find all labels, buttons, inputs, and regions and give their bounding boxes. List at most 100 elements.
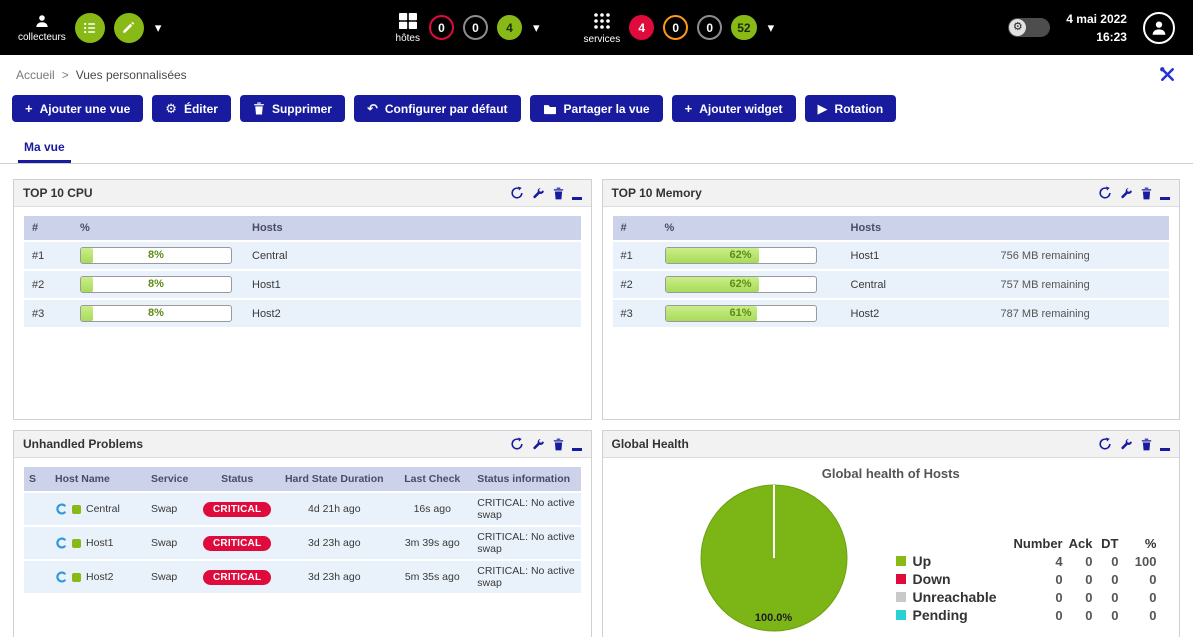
poller-icon [34, 13, 50, 29]
host-link[interactable]: Host1 [851, 250, 880, 262]
play-icon: ▶ [818, 102, 828, 115]
table-row[interactable]: #2 62% Central 757 MB remaining [613, 270, 1170, 299]
column-header: Host Name [50, 467, 146, 492]
trash-icon[interactable] [1141, 437, 1152, 451]
refresh-icon[interactable] [1098, 186, 1112, 200]
legend-row: Down 0 0 0 0 [893, 570, 1160, 588]
table-row[interactable]: Host1 Swap CRITICAL 3d 23h ago 3m 39s ag… [24, 526, 581, 560]
hosts-down-counter[interactable]: 0 [429, 15, 454, 40]
minimize-icon[interactable] [572, 437, 582, 451]
chevron-down-icon[interactable]: ▾ [766, 20, 777, 36]
column-header: Hard State Duration [276, 467, 392, 492]
refresh-icon[interactable] [510, 437, 524, 451]
hosts-label: hôtes [396, 33, 420, 44]
breadcrumb: Accueil > Vues personnalisées [16, 68, 187, 82]
share-view-button[interactable]: Partager la vue [530, 95, 663, 122]
trash-icon[interactable] [1141, 186, 1152, 200]
host-link[interactable]: Host2 [851, 308, 880, 320]
column-header: Last Check [392, 467, 472, 492]
edit-view-button[interactable]: ⚙ Éditer [152, 95, 231, 122]
clock-time: 16:23 [1066, 28, 1127, 46]
add-view-button[interactable]: + Ajouter une vue [12, 95, 143, 122]
column-header: # [24, 216, 72, 241]
chevron-down-icon[interactable]: ▾ [531, 20, 542, 36]
table-row[interactable]: Central Swap CRITICAL 4d 21h ago 16s ago… [24, 492, 581, 526]
service-link[interactable]: Swap [151, 537, 177, 549]
services-critical-counter[interactable]: 4 [629, 15, 654, 40]
wrench-icon[interactable] [532, 186, 545, 200]
host-status-square [72, 505, 81, 514]
add-widget-button[interactable]: + Ajouter widget [672, 95, 796, 122]
graph-icon[interactable] [55, 503, 67, 515]
host-link[interactable]: Host1 [252, 279, 281, 291]
undo-arrow-icon: ↶ [367, 102, 378, 115]
services-menu[interactable]: services [584, 11, 621, 45]
host-link[interactable]: Host2 [86, 571, 113, 583]
column-header: Status information [472, 467, 580, 492]
topbar-right: ⚙ 4 mai 2022 16:23 [1008, 10, 1175, 46]
minimize-icon[interactable] [572, 186, 582, 200]
tab-ma-vue[interactable]: Ma vue [18, 132, 71, 163]
table-row[interactable]: #1 8% Central [24, 241, 581, 270]
column-header: Hosts [843, 216, 993, 241]
service-link[interactable]: Swap [151, 503, 177, 515]
trash-icon[interactable] [553, 186, 564, 200]
table-row[interactable]: #3 8% Host2 [24, 299, 581, 328]
theme-toggle[interactable]: ⚙ [1008, 18, 1050, 37]
service-link[interactable]: Swap [151, 571, 177, 583]
pie-percentage-label: 100.0% [755, 612, 792, 624]
poller-list-button[interactable] [75, 13, 105, 43]
widget-header: Global Health [603, 431, 1180, 458]
table-row[interactable]: Host2 Swap CRITICAL 3d 23h ago 5m 35s ag… [24, 560, 581, 594]
host-link[interactable]: Central [86, 503, 120, 515]
rotation-button[interactable]: ▶ Rotation [805, 95, 897, 122]
hosts-icon [398, 12, 418, 30]
wrench-icon[interactable] [1120, 186, 1133, 200]
dashboard-grid: TOP 10 CPU # % Hosts #1 8% [0, 164, 1193, 637]
table-row[interactable]: #2 8% Host1 [24, 270, 581, 299]
cpu-usage-bar: 8% [80, 305, 232, 322]
host-link[interactable]: Host1 [86, 537, 113, 549]
memory-remaining: 757 MB remaining [993, 270, 1170, 299]
breadcrumb-home[interactable]: Accueil [16, 68, 55, 82]
delete-view-button[interactable]: Supprimer [240, 95, 345, 122]
host-status-square [72, 539, 81, 548]
hosts-unreachable-counter[interactable]: 0 [463, 15, 488, 40]
chevron-down-icon[interactable]: ▾ [153, 20, 164, 36]
trash-icon[interactable] [553, 437, 564, 451]
refresh-icon[interactable] [510, 186, 524, 200]
poller-edit-button[interactable] [114, 13, 144, 43]
hosts-menu[interactable]: hôtes [396, 12, 420, 44]
host-link[interactable]: Central [252, 250, 287, 262]
legend-column-header: Ack [1066, 535, 1096, 552]
hosts-up-counter[interactable]: 4 [497, 15, 522, 40]
table-row[interactable]: #3 61% Host2 787 MB remaining [613, 299, 1170, 328]
graph-icon[interactable] [55, 537, 67, 549]
pollers-group: collecteurs ▾ [18, 13, 163, 43]
set-default-button[interactable]: ↶ Configurer par défaut [354, 95, 521, 122]
user-avatar[interactable] [1143, 12, 1175, 44]
legend-swatch [896, 556, 906, 566]
breadcrumb-current[interactable]: Vues personnalisées [76, 68, 187, 82]
refresh-icon[interactable] [1098, 437, 1112, 451]
legend-row: Pending 0 0 0 0 [893, 606, 1160, 624]
wrench-icon[interactable] [532, 437, 545, 451]
services-ok-counter[interactable]: 52 [731, 15, 756, 40]
breadcrumb-separator: > [62, 68, 69, 82]
host-link[interactable]: Host2 [252, 308, 281, 320]
services-warning-counter[interactable]: 0 [663, 15, 688, 40]
minimize-icon[interactable] [1160, 437, 1170, 451]
column-header: S [24, 467, 50, 492]
tools-icon[interactable] [1158, 65, 1177, 84]
widget-unhandled-problems: Unhandled Problems S Host Name Service S… [13, 430, 592, 637]
gear-icon: ⚙ [165, 102, 177, 115]
table-row[interactable]: #1 62% Host1 756 MB remaining [613, 241, 1170, 270]
user-icon [1150, 19, 1168, 37]
wrench-icon[interactable] [1120, 437, 1133, 451]
host-link[interactable]: Central [851, 279, 886, 291]
pollers-menu[interactable]: collecteurs [18, 13, 66, 43]
graph-icon[interactable] [55, 571, 67, 583]
pencil-icon [121, 20, 136, 35]
services-unknown-counter[interactable]: 0 [697, 15, 722, 40]
minimize-icon[interactable] [1160, 186, 1170, 200]
